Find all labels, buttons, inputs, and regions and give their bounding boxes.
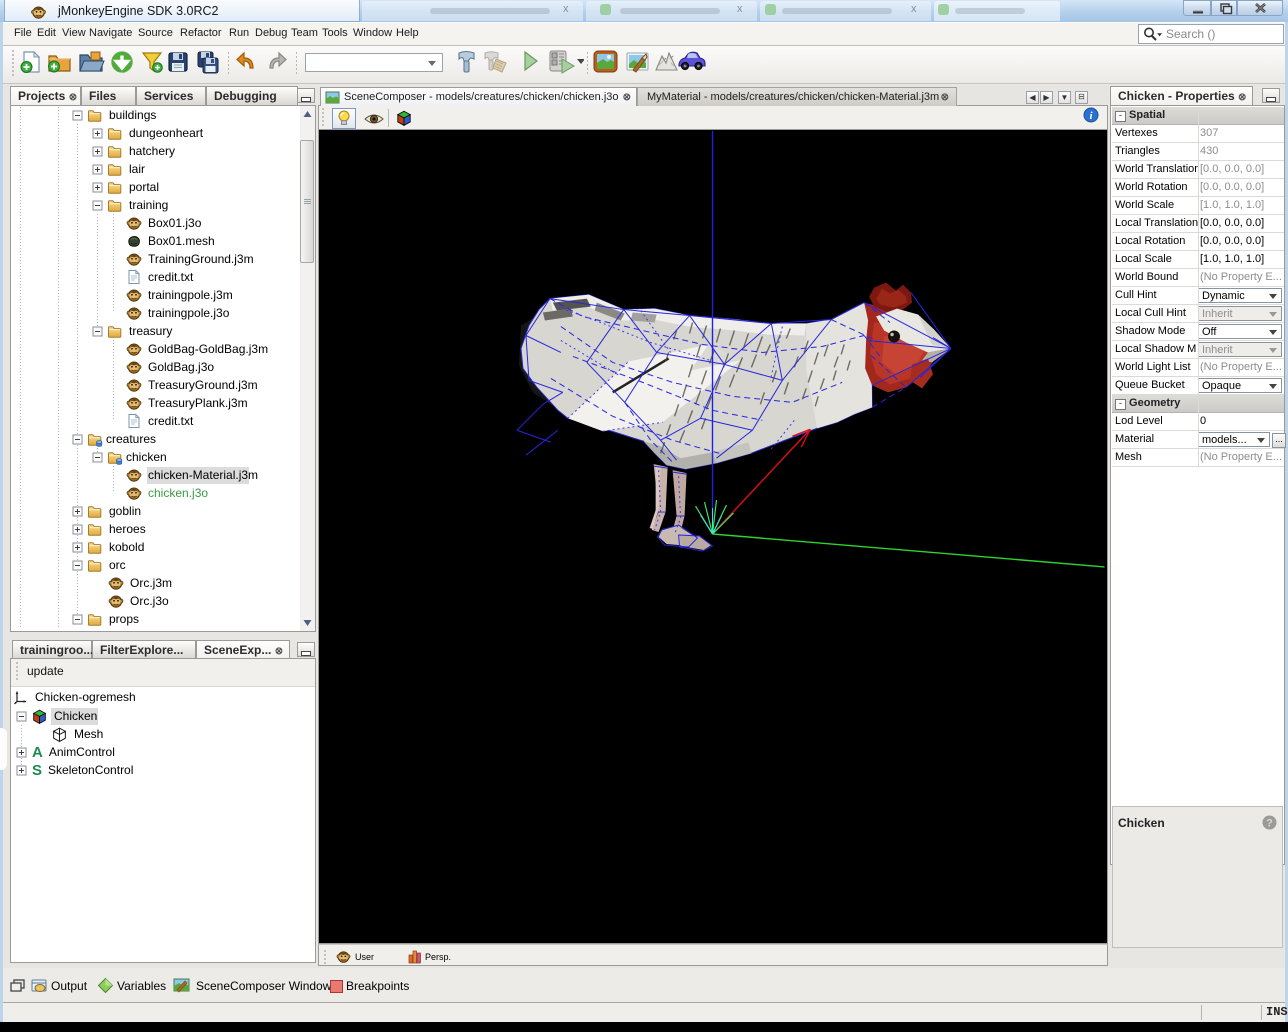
svg-text:?: ? (1266, 818, 1273, 830)
